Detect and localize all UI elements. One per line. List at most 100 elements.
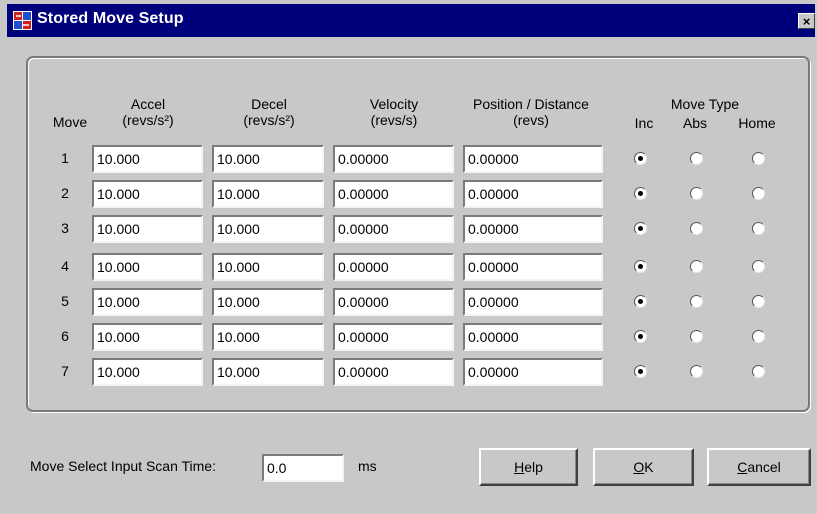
title-bar[interactable]: Stored Move Setup ×	[7, 4, 815, 37]
position-field[interactable]	[463, 358, 603, 386]
cancel-label: ancel	[747, 459, 781, 475]
decel-input[interactable]	[217, 149, 319, 169]
position-input[interactable]	[468, 257, 598, 277]
accel-input[interactable]	[97, 327, 198, 347]
radio-inc[interactable]	[634, 152, 647, 165]
radio-inc[interactable]	[634, 222, 647, 235]
velocity-input[interactable]	[338, 292, 449, 312]
position-field[interactable]	[463, 145, 603, 173]
accel-field[interactable]	[92, 145, 203, 173]
scan-time-input[interactable]	[267, 458, 339, 478]
decel-input[interactable]	[217, 292, 319, 312]
header-position-unit: (revs)	[513, 112, 549, 128]
decel-input[interactable]	[217, 362, 319, 382]
radio-inc[interactable]	[634, 365, 647, 378]
radio-home[interactable]	[752, 330, 765, 343]
position-input[interactable]	[468, 327, 598, 347]
radio-inc[interactable]	[634, 295, 647, 308]
decel-field[interactable]	[212, 253, 324, 281]
position-field[interactable]	[463, 288, 603, 316]
velocity-field[interactable]	[333, 288, 454, 316]
header-home: Home	[738, 115, 776, 131]
decel-input[interactable]	[217, 219, 319, 239]
radio-home[interactable]	[752, 187, 765, 200]
position-input[interactable]	[468, 149, 598, 169]
accel-field[interactable]	[92, 288, 203, 316]
accel-input[interactable]	[97, 362, 198, 382]
radio-home[interactable]	[752, 260, 765, 273]
radio-inc[interactable]	[634, 260, 647, 273]
decel-input[interactable]	[217, 327, 319, 347]
radio-home[interactable]	[752, 365, 765, 378]
decel-field[interactable]	[212, 145, 324, 173]
radio-abs[interactable]	[690, 260, 703, 273]
velocity-input[interactable]	[338, 327, 449, 347]
radio-abs[interactable]	[690, 222, 703, 235]
radio-abs[interactable]	[690, 187, 703, 200]
accel-input[interactable]	[97, 149, 198, 169]
position-field[interactable]	[463, 253, 603, 281]
accel-input[interactable]	[97, 219, 198, 239]
position-input[interactable]	[468, 184, 598, 204]
velocity-input[interactable]	[338, 184, 449, 204]
decel-input[interactable]	[217, 184, 319, 204]
radio-abs[interactable]	[690, 330, 703, 343]
velocity-input[interactable]	[338, 149, 449, 169]
header-decel-label: Decel	[251, 96, 287, 112]
velocity-field[interactable]	[333, 180, 454, 208]
stored-move-setup-dialog: Stored Move Setup × Move Accel (revs/s²)…	[0, 0, 817, 514]
radio-inc[interactable]	[634, 330, 647, 343]
window-title: Stored Move Setup	[37, 10, 184, 27]
header-accel-unit: (revs/s²)	[122, 112, 174, 128]
velocity-input[interactable]	[338, 219, 449, 239]
cancel-mnemonic: C	[737, 459, 748, 475]
position-field[interactable]	[463, 180, 603, 208]
decel-field[interactable]	[212, 215, 324, 243]
accel-input[interactable]	[97, 292, 198, 312]
position-field[interactable]	[463, 215, 603, 243]
header-velocity: Velocity (revs/s)	[334, 96, 454, 128]
position-input[interactable]	[468, 362, 598, 382]
header-velocity-unit: (revs/s)	[370, 112, 418, 128]
radio-home[interactable]	[752, 222, 765, 235]
radio-home[interactable]	[752, 295, 765, 308]
decel-field[interactable]	[212, 358, 324, 386]
ok-button[interactable]: OK	[593, 448, 694, 486]
radio-abs[interactable]	[690, 365, 703, 378]
accel-field[interactable]	[92, 215, 203, 243]
velocity-input[interactable]	[338, 257, 449, 277]
accel-input[interactable]	[97, 184, 198, 204]
help-mnemonic: H	[514, 459, 525, 475]
position-input[interactable]	[468, 219, 598, 239]
accel-input[interactable]	[97, 257, 198, 277]
velocity-field[interactable]	[333, 358, 454, 386]
accel-field[interactable]	[92, 323, 203, 351]
velocity-field[interactable]	[333, 253, 454, 281]
position-input[interactable]	[468, 292, 598, 312]
velocity-field[interactable]	[333, 323, 454, 351]
header-position-label: Position / Distance	[473, 96, 589, 112]
velocity-input[interactable]	[338, 362, 449, 382]
radio-inc[interactable]	[634, 187, 647, 200]
radio-abs[interactable]	[690, 295, 703, 308]
move-number: 1	[61, 150, 69, 166]
decel-field[interactable]	[212, 323, 324, 351]
header-position: Position / Distance (revs)	[458, 96, 604, 128]
scan-time-field[interactable]	[262, 454, 344, 482]
position-field[interactable]	[463, 323, 603, 351]
radio-abs[interactable]	[690, 152, 703, 165]
decel-field[interactable]	[212, 180, 324, 208]
accel-field[interactable]	[92, 253, 203, 281]
accel-field[interactable]	[92, 358, 203, 386]
move-number: 2	[61, 185, 69, 201]
velocity-field[interactable]	[333, 215, 454, 243]
close-button[interactable]: ×	[798, 13, 815, 29]
decel-field[interactable]	[212, 288, 324, 316]
help-button[interactable]: Help	[479, 448, 578, 486]
cancel-button[interactable]: Cancel	[707, 448, 811, 486]
decel-input[interactable]	[217, 257, 319, 277]
accel-field[interactable]	[92, 180, 203, 208]
radio-home[interactable]	[752, 152, 765, 165]
velocity-field[interactable]	[333, 145, 454, 173]
move-number: 3	[61, 220, 69, 236]
